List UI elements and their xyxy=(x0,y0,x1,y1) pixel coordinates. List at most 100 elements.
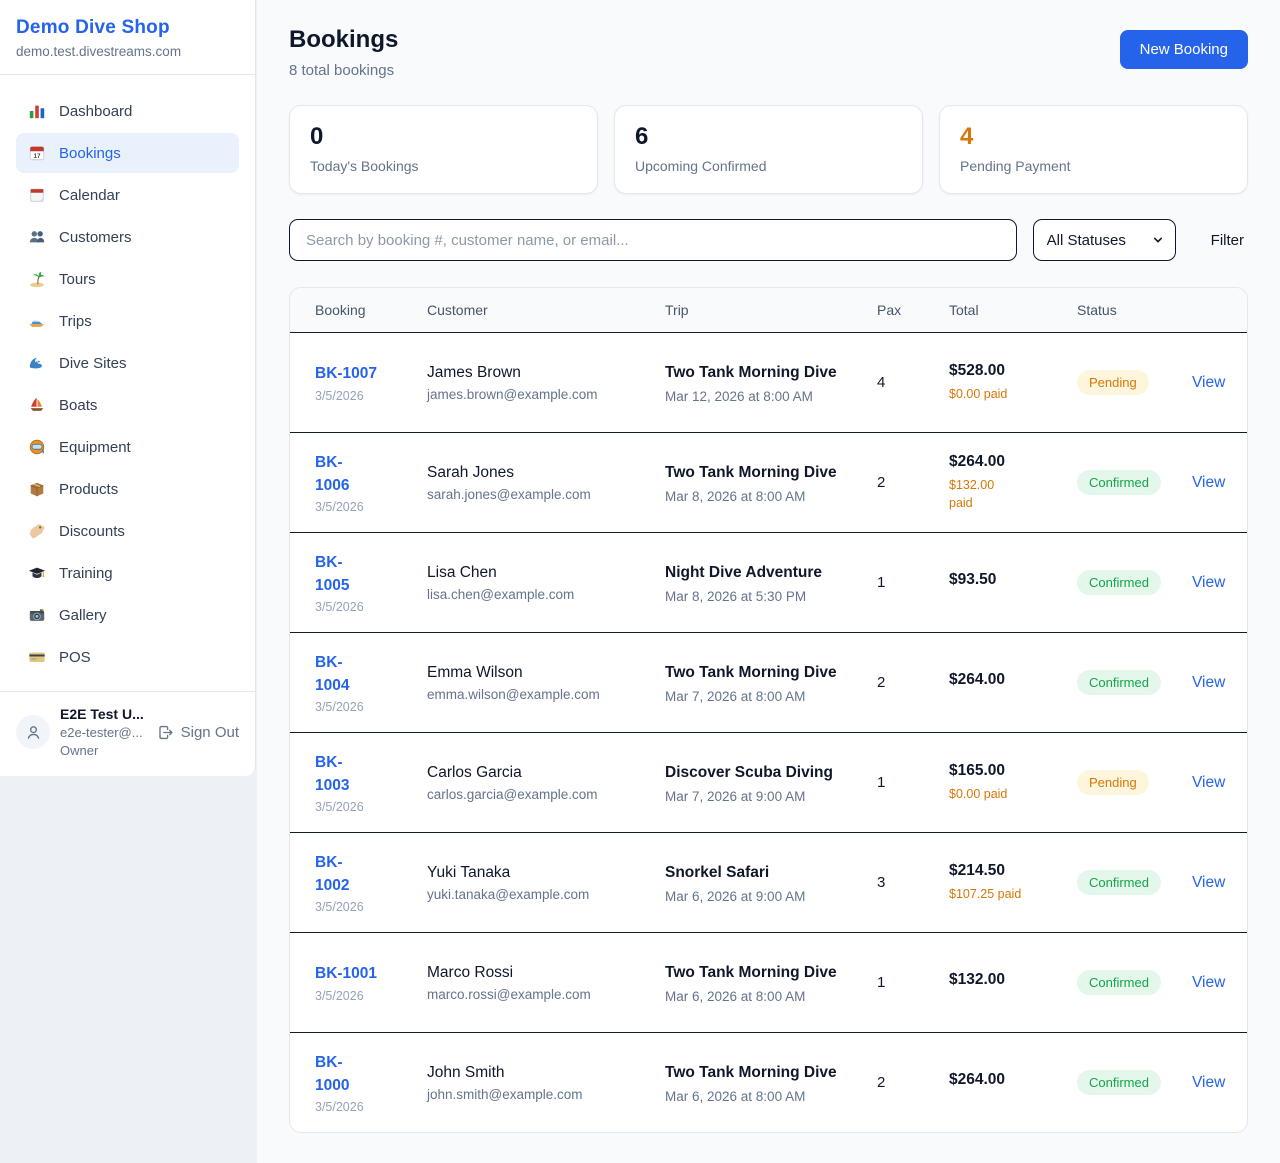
booking-id-link[interactable]: BK- 1003 xyxy=(315,751,349,798)
booking-cell: BK- 1002 3/5/2026 xyxy=(315,851,427,915)
table-header-cell: Customer xyxy=(427,302,665,318)
booking-id-link[interactable]: BK-1001 xyxy=(315,962,377,985)
booking-id-link[interactable]: BK- 1005 xyxy=(315,551,349,598)
booking-id-link[interactable]: BK- 1000 xyxy=(315,1051,349,1098)
view-cell: View xyxy=(1192,674,1225,692)
stat-card: 4 Pending Payment xyxy=(939,105,1248,194)
stat-card: 6 Upcoming Confirmed xyxy=(614,105,923,194)
sidebar-item-bookings[interactable]: 17 Bookings xyxy=(16,133,239,173)
booking-cell: BK- 1006 3/5/2026 xyxy=(315,451,427,515)
shop-domain: demo.test.divestreams.com xyxy=(16,44,239,59)
paid-amount: $0.00 paid xyxy=(949,785,1077,803)
package-icon xyxy=(28,480,46,498)
status-select-wrap: All Statuses xyxy=(1033,219,1176,261)
status-cell: Confirmed xyxy=(1077,870,1192,895)
total-amount: $93.50 xyxy=(949,571,1077,589)
view-link[interactable]: View xyxy=(1192,574,1225,591)
booking-row-bk-1002: BK- 1002 3/5/2026 Yuki Tanaka yuki.tanak… xyxy=(290,832,1247,932)
customer-name: John Smith xyxy=(427,1064,665,1082)
sidebar-item-calendar[interactable]: Calendar xyxy=(16,175,239,215)
trip-name: Two Tank Morning Dive xyxy=(665,661,853,685)
customer-name: James Brown xyxy=(427,364,665,382)
sidebar-item-label: Trips xyxy=(59,313,92,330)
bar-chart-icon xyxy=(28,102,46,120)
table-header-cell: Booking xyxy=(315,302,427,318)
status-cell: Confirmed xyxy=(1077,470,1192,495)
total-amount: $264.00 xyxy=(949,671,1077,689)
booking-id-link[interactable]: BK- 1006 xyxy=(315,451,349,498)
booking-cell: BK- 1003 3/5/2026 xyxy=(315,751,427,815)
status-badge: Confirmed xyxy=(1077,570,1161,595)
view-link[interactable]: View xyxy=(1192,774,1225,791)
trip-name: Two Tank Morning Dive xyxy=(665,461,853,485)
customer-email: carlos.garcia@example.com xyxy=(427,787,665,802)
customer-name: Carlos Garcia xyxy=(427,764,665,782)
filter-button[interactable]: Filter xyxy=(1207,232,1248,249)
total-cell: $528.00 $0.00 paid xyxy=(949,362,1077,403)
status-badge: Confirmed xyxy=(1077,470,1161,495)
booking-id-link[interactable]: BK- 1002 xyxy=(315,851,349,898)
total-cell: $165.00 $0.00 paid xyxy=(949,762,1077,803)
search-input[interactable] xyxy=(289,219,1017,261)
table-header-cell: Status xyxy=(1077,302,1192,318)
main-content: Bookings 8 total bookings New Booking 0 … xyxy=(257,0,1280,1163)
status-select[interactable]: All Statuses xyxy=(1033,219,1176,261)
sidebar-item-customers[interactable]: Customers xyxy=(16,217,239,257)
view-cell: View xyxy=(1192,1074,1225,1092)
new-booking-button[interactable]: New Booking xyxy=(1120,30,1248,69)
trip-name: Two Tank Morning Dive xyxy=(665,361,853,385)
sidebar-nav: Dashboard 17 Bookings Calendar Customers… xyxy=(0,75,255,691)
customer-email: emma.wilson@example.com xyxy=(427,687,665,702)
avatar xyxy=(16,715,50,749)
view-link[interactable]: View xyxy=(1192,374,1225,391)
sidebar-item-tours[interactable]: Tours xyxy=(16,259,239,299)
camera-icon xyxy=(28,606,46,624)
pax-count: 1 xyxy=(877,974,949,991)
sign-out-button[interactable]: Sign Out xyxy=(157,724,239,741)
customer-name: Marco Rossi xyxy=(427,964,665,982)
stat-label: Upcoming Confirmed xyxy=(635,158,902,174)
pax-count: 2 xyxy=(877,1074,949,1091)
status-badge: Pending xyxy=(1077,370,1149,395)
tear-calendar-icon xyxy=(28,186,46,204)
total-bookings-count: 8 total bookings xyxy=(289,62,398,79)
sidebar-item-equipment[interactable]: Equipment xyxy=(16,427,239,467)
customer-email: james.brown@example.com xyxy=(427,387,665,402)
trip-datetime: Mar 7, 2026 at 9:00 AM xyxy=(665,789,853,804)
total-cell: $264.00 xyxy=(949,671,1077,694)
view-link[interactable]: View xyxy=(1192,874,1225,891)
stat-value: 4 xyxy=(960,123,1227,151)
sidebar-item-dive-sites[interactable]: Dive Sites xyxy=(16,343,239,383)
customer-cell: Sarah Jones sarah.jones@example.com xyxy=(427,464,665,502)
table-header-cell: Trip xyxy=(665,302,877,318)
booking-row-bk-1005: BK- 1005 3/5/2026 Lisa Chen lisa.chen@ex… xyxy=(290,532,1247,632)
sidebar-item-label: Products xyxy=(59,481,118,498)
booking-date: 3/5/2026 xyxy=(315,800,427,814)
sidebar-item-pos[interactable]: POS xyxy=(16,637,239,677)
booking-id-link[interactable]: BK- 1004 xyxy=(315,651,349,698)
trip-name: Snorkel Safari xyxy=(665,861,853,885)
stat-value: 0 xyxy=(310,123,577,151)
total-cell: $93.50 xyxy=(949,571,1077,594)
sidebar-item-label: Calendar xyxy=(59,187,120,204)
sidebar-item-gallery[interactable]: Gallery xyxy=(16,595,239,635)
sidebar-item-trips[interactable]: Trips xyxy=(16,301,239,341)
view-link[interactable]: View xyxy=(1192,1074,1225,1091)
trip-datetime: Mar 6, 2026 at 9:00 AM xyxy=(665,889,853,904)
status-cell: Confirmed xyxy=(1077,1070,1192,1095)
trip-datetime: Mar 8, 2026 at 5:30 PM xyxy=(665,589,853,604)
sidebar-item-dashboard[interactable]: Dashboard xyxy=(16,91,239,131)
sidebar-item-discounts[interactable]: Discounts xyxy=(16,511,239,551)
filter-row: All Statuses Filter xyxy=(289,219,1248,261)
booking-id-link[interactable]: BK-1007 xyxy=(315,362,377,385)
sidebar-item-products[interactable]: Products xyxy=(16,469,239,509)
pax-count: 3 xyxy=(877,874,949,891)
view-link[interactable]: View xyxy=(1192,974,1225,991)
wave-icon xyxy=(28,354,46,372)
view-link[interactable]: View xyxy=(1192,474,1225,491)
stat-cards: 0 Today's Bookings 6 Upcoming Confirmed … xyxy=(289,105,1248,194)
person-icon xyxy=(24,723,43,742)
view-link[interactable]: View xyxy=(1192,674,1225,691)
sidebar-item-training[interactable]: Training xyxy=(16,553,239,593)
sidebar-item-boats[interactable]: Boats xyxy=(16,385,239,425)
